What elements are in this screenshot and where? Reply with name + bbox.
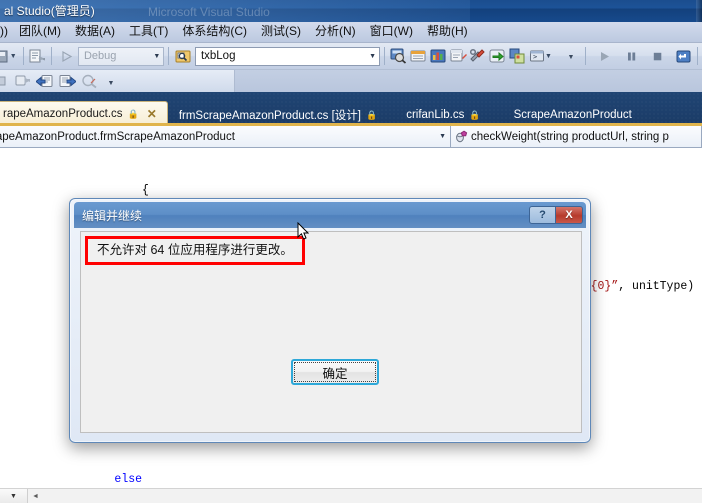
hex-display-icon[interactable] [78, 71, 100, 92]
toolbar-overflow-icon-2[interactable]: ▼ [100, 71, 122, 92]
window-title-ghost: Microsoft Visual Studio [148, 5, 270, 19]
close-button[interactable]: X [556, 206, 583, 224]
lock-icon: 🔒 [469, 109, 481, 120]
find-combo[interactable]: txbLog ▼ [194, 46, 381, 66]
secondary-toolbar-buttons: ▼ [0, 70, 235, 92]
message-annotation-wrapper: 不允许对 64 位应用程序进行更改。 [85, 236, 305, 265]
lock-icon: 🔒 [127, 108, 139, 119]
restart-debugging-icon[interactable] [673, 46, 693, 67]
scrollbar-dropdown-button[interactable]: ▼ [0, 488, 28, 503]
scrollbar-track[interactable]: ◄ [28, 488, 702, 503]
dialog-titlebar: 编辑并继续 ? X [74, 202, 586, 228]
new-window-icon[interactable] [507, 46, 527, 67]
tab-label: rapeAmazonProduct.cs [3, 108, 123, 120]
menu-item-data[interactable]: 数据(A) [68, 22, 122, 42]
red-annotation-box: 不允许对 64 位应用程序进行更改。 [85, 236, 305, 265]
toolbar-separator-4 [384, 47, 385, 65]
navigate-forward-icon[interactable] [488, 46, 508, 67]
find-combo-value: txbLog [200, 50, 236, 62]
dialog-title: 编辑并继续 [82, 208, 143, 223]
properties-window-icon[interactable] [409, 46, 429, 67]
type-scope-value: rapeAmazonProduct.frmScrapeAmazonProduct [0, 130, 235, 143]
stop-debugging-icon[interactable] [647, 46, 667, 67]
continue-debug-icon[interactable] [595, 46, 615, 67]
solution-configuration-value: Debug [83, 50, 117, 62]
tab-label: frmScrapeAmazonProduct.cs [设计] [178, 110, 361, 122]
editor-navigation-bar: rapeAmazonProduct.frmScrapeAmazonProduct… [0, 126, 702, 148]
editor-horizontal-scrollbar[interactable]: ▼ ◄ [0, 488, 702, 503]
menu-item-window[interactable]: 窗口(W) [363, 22, 420, 42]
secondary-toolbar: ▼ [0, 70, 702, 92]
chevron-down-icon[interactable]: ▼ [439, 133, 446, 140]
menu-item-team[interactable]: 团队(M) [12, 22, 68, 42]
help-button[interactable]: ? [529, 206, 556, 224]
chevron-down-icon[interactable]: ▼ [369, 53, 376, 60]
toolbar-separator-6 [696, 47, 698, 65]
code-line: else [114, 473, 143, 486]
comment-block-icon[interactable] [28, 46, 48, 67]
step-into-icon[interactable] [34, 71, 56, 92]
toolbar-separator-2 [51, 47, 53, 65]
break-all-icon[interactable] [621, 46, 641, 67]
command-window-icon[interactable]: > [527, 46, 547, 67]
standard-toolbar: ▼ Debug ▼ txbLog ▼ > ▼ ▼ [0, 43, 702, 70]
member-scope-combo[interactable]: checkWeight(string productUrl, string p [451, 126, 702, 147]
step-out-stop-icon[interactable] [0, 71, 12, 92]
window-title: al Studio(管理员) [4, 4, 95, 18]
ok-button[interactable]: 确定 [291, 359, 379, 385]
document-tab-strip: rapeAmazonProduct.cs 🔒 ✕ frmScrapeAmazon… [0, 92, 702, 126]
save-all-icon[interactable] [0, 46, 12, 67]
menu-item-clipped[interactable]: )) [0, 22, 12, 42]
toolbar-separator-3 [168, 47, 170, 65]
solution-configuration-combo[interactable]: Debug ▼ [77, 46, 165, 66]
toolbox-tools-icon[interactable] [468, 46, 488, 67]
code-definition-icon[interactable] [448, 46, 468, 67]
member-scope-value: checkWeight(string productUrl, string p [471, 130, 669, 143]
find-scope-icon[interactable] [173, 46, 193, 67]
lock-icon: 🔒 [365, 109, 378, 120]
dialog-message: 不允许对 64 位应用程序进行更改。 [97, 243, 293, 257]
window-right-edge [696, 0, 702, 22]
tab-label: ScrapeAmazonProduct [513, 109, 632, 121]
chevron-down-icon: ▼ [10, 492, 17, 500]
visual-studio-window: al Studio(管理员) Microsoft Visual Studio )… [0, 0, 702, 503]
dialog-window-buttons: ? X [529, 206, 586, 224]
dialog-body: 不允许对 64 位应用程序进行更改。 确定 [80, 231, 582, 433]
start-debugging-icon[interactable] [56, 46, 76, 67]
menu-item-analyze[interactable]: 分析(N) [308, 22, 363, 42]
method-icon [455, 130, 468, 143]
step-over-icon[interactable] [56, 71, 78, 92]
menu-item-tools[interactable]: 工具(T) [122, 22, 175, 42]
object-browser-icon[interactable] [428, 46, 448, 67]
menu-item-architecture[interactable]: 体系结构(C) [175, 22, 254, 42]
chevron-down-icon[interactable]: ▼ [153, 53, 160, 60]
close-icon[interactable]: ✕ [147, 107, 157, 121]
edit-and-continue-dialog: 编辑并继续 ? X 不允许对 64 位应用程序进行更改。 确定 [69, 198, 591, 443]
tab-label: crifanLib.cs [406, 109, 465, 121]
scroll-left-icon[interactable]: ◄ [28, 493, 39, 500]
solution-explorer-icon[interactable] [389, 46, 409, 67]
menu-bar: )) 团队(M) 数据(A) 工具(T) 体系结构(C) 测试(S) 分析(N)… [0, 22, 702, 43]
toolbar-separator-5 [584, 47, 586, 65]
step-into-folder-icon[interactable] [12, 71, 34, 92]
code-lines-bottom: else { isLess5Pounds = false; [0, 440, 294, 488]
ok-button-label: 确定 [322, 366, 348, 381]
toolbar-separator [22, 47, 24, 65]
code-line: { [4, 184, 149, 197]
type-scope-combo[interactable]: rapeAmazonProduct.frmScrapeAmazonProduct… [0, 126, 451, 147]
secondary-toolbar-empty [235, 70, 702, 92]
svg-text:>: > [533, 53, 537, 61]
toolbar-overflow-icon[interactable]: ▼ [561, 46, 581, 67]
menu-item-test[interactable]: 测试(S) [254, 22, 308, 42]
menu-item-help[interactable]: 帮助(H) [420, 22, 475, 42]
window-titlebar: al Studio(管理员) Microsoft Visual Studio [0, 0, 702, 22]
